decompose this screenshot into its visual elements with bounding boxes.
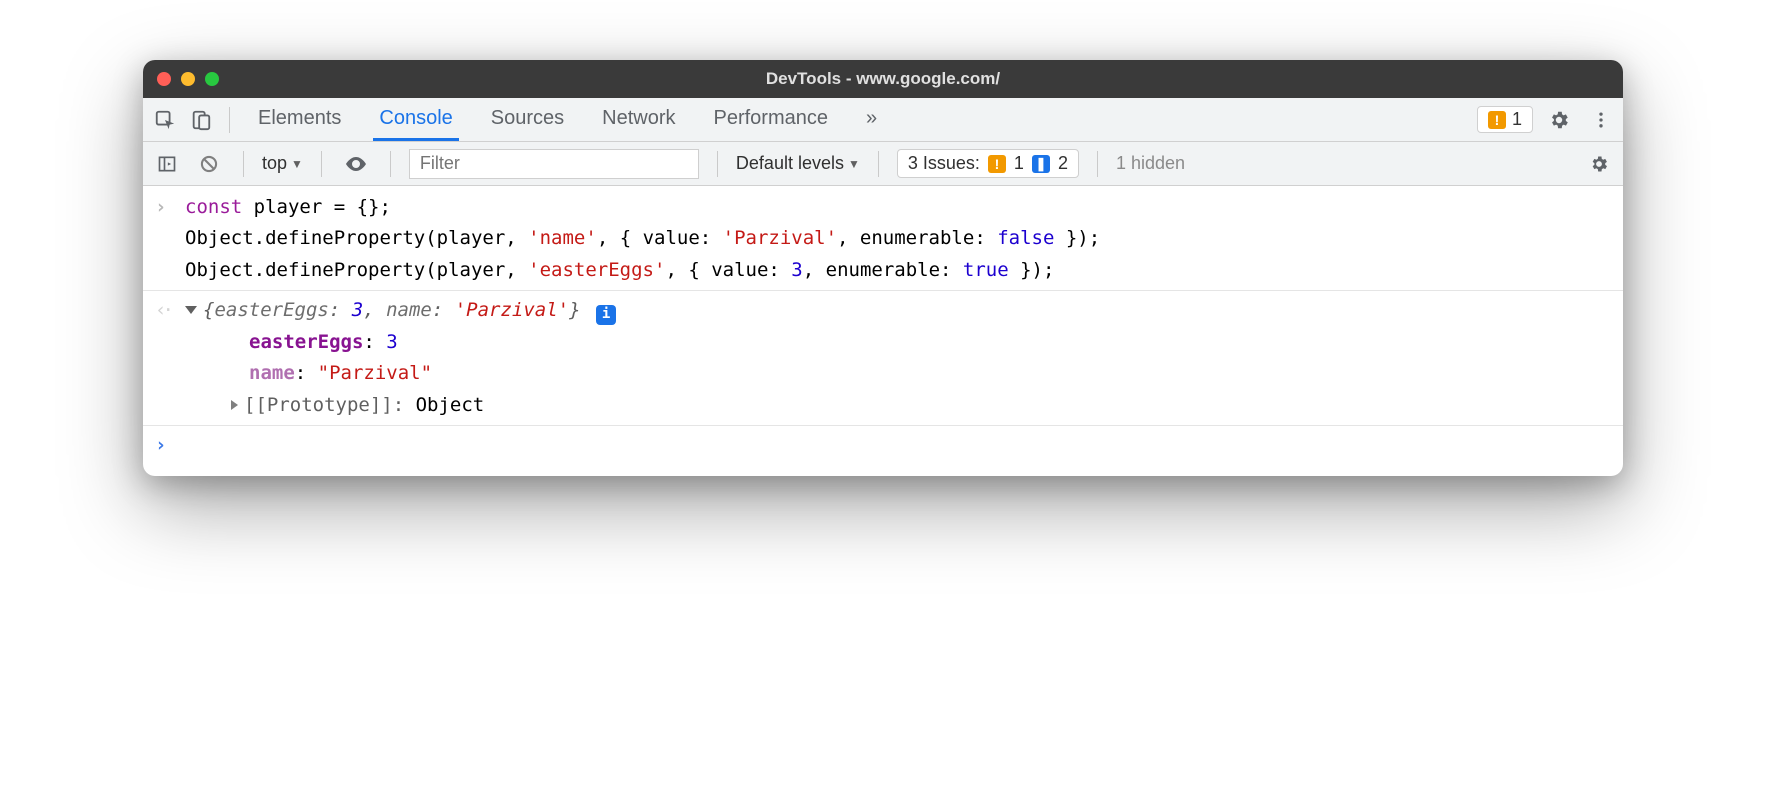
gutter xyxy=(155,359,185,388)
console-input[interactable] xyxy=(185,431,1611,460)
console-settings-gear-icon[interactable] xyxy=(1583,148,1615,180)
object-property-row: name: "Parzival" xyxy=(143,358,1623,389)
hidden-messages-label: 1 hidden xyxy=(1116,153,1185,174)
issues-label: 3 Issues: xyxy=(908,153,980,174)
gutter xyxy=(155,328,185,357)
issues-warn-count: 1 xyxy=(1014,153,1024,174)
console-toolbar: top ▼ Default levels ▼ 3 Issues: ! 1 ❚ 2… xyxy=(143,142,1623,186)
levels-label: Default levels xyxy=(736,153,844,174)
console-prompt-row[interactable] xyxy=(143,430,1623,461)
settings-gear-icon[interactable] xyxy=(1543,104,1575,136)
dropdown-caret-icon: ▼ xyxy=(848,157,860,171)
console-input-row: Object.defineProperty(player, 'name', { … xyxy=(143,223,1623,254)
context-selector[interactable]: top ▼ xyxy=(262,153,303,174)
object-property-row: easterEggs: 3 xyxy=(143,327,1623,358)
separator xyxy=(717,151,718,177)
context-label: top xyxy=(262,153,287,174)
prop-enumerable[interactable]: easterEggs: 3 xyxy=(185,328,1611,357)
live-expression-eye-icon[interactable] xyxy=(340,148,372,180)
console-output: const player = {}; Object.defineProperty… xyxy=(143,186,1623,476)
prototype-line[interactable]: [[Prototype]]: Object xyxy=(185,391,1611,420)
tab-network[interactable]: Network xyxy=(596,99,681,140)
prop-key: name xyxy=(249,362,295,384)
devtools-window: DevTools - www.google.com/ Elements Cons… xyxy=(143,60,1623,476)
expand-caret-icon[interactable] xyxy=(185,306,197,314)
filter-input[interactable] xyxy=(409,149,699,179)
tab-elements[interactable]: Elements xyxy=(252,99,347,140)
panel-tabs: Elements Console Sources Network Perform… xyxy=(252,99,883,140)
console-input-row: Object.defineProperty(player, 'easterEgg… xyxy=(143,255,1623,286)
tab-console[interactable]: Console xyxy=(373,99,458,141)
device-toggle-icon[interactable] xyxy=(185,104,217,136)
separator xyxy=(390,151,391,177)
warnings-badge[interactable]: ! 1 xyxy=(1477,106,1533,133)
gutter xyxy=(155,224,185,253)
dropdown-caret-icon: ▼ xyxy=(291,157,303,171)
console-output-row: {easterEggs: 3, name: 'Parzival'} i xyxy=(143,295,1623,326)
warnings-count: 1 xyxy=(1512,109,1522,130)
input-code-line-3[interactable]: Object.defineProperty(player, 'easterEgg… xyxy=(185,256,1611,285)
tabs-overflow-button[interactable]: » xyxy=(860,99,883,140)
output-indicator-icon xyxy=(155,296,185,325)
object-preview[interactable]: {easterEggs: 3, name: 'Parzival'} i xyxy=(185,296,1611,325)
tab-sources[interactable]: Sources xyxy=(485,99,570,140)
prop-key: easterEggs xyxy=(249,331,363,353)
separator xyxy=(878,151,879,177)
prompt-icon xyxy=(155,431,185,460)
input-prompt-icon xyxy=(155,193,185,222)
console-input-row: const player = {}; xyxy=(143,192,1623,223)
input-code-line-2[interactable]: Object.defineProperty(player, 'name', { … xyxy=(185,224,1611,253)
window-title: DevTools - www.google.com/ xyxy=(143,69,1623,89)
separator xyxy=(1097,151,1098,177)
warning-icon: ! xyxy=(1488,111,1506,129)
prop-value: 3 xyxy=(386,331,397,353)
toggle-sidebar-icon[interactable] xyxy=(151,148,183,180)
gutter xyxy=(155,256,185,285)
input-code-line-1[interactable]: const player = {}; xyxy=(185,193,1611,222)
row-divider xyxy=(143,290,1623,291)
tab-performance[interactable]: Performance xyxy=(708,99,835,140)
issues-summary[interactable]: 3 Issues: ! 1 ❚ 2 xyxy=(897,149,1079,178)
warning-icon: ! xyxy=(988,155,1006,173)
prop-value: "Parzival" xyxy=(318,362,432,384)
prototype-key: [[Prototype]] xyxy=(244,394,393,416)
row-divider xyxy=(143,425,1623,426)
expand-caret-icon[interactable] xyxy=(231,400,238,410)
inspect-element-icon[interactable] xyxy=(149,104,181,136)
main-tabbar: Elements Console Sources Network Perform… xyxy=(143,98,1623,142)
separator xyxy=(229,107,230,133)
gutter xyxy=(155,391,185,420)
separator xyxy=(321,151,322,177)
object-info-icon[interactable]: i xyxy=(596,305,616,325)
kebab-menu-icon[interactable] xyxy=(1585,104,1617,136)
prototype-value: Object xyxy=(416,394,485,416)
log-levels-selector[interactable]: Default levels ▼ xyxy=(736,153,860,174)
window-titlebar: DevTools - www.google.com/ xyxy=(143,60,1623,98)
clear-console-icon[interactable] xyxy=(193,148,225,180)
info-icon: ❚ xyxy=(1032,155,1050,173)
prop-nonenumerable[interactable]: name: "Parzival" xyxy=(185,359,1611,388)
separator xyxy=(243,151,244,177)
object-prototype-row: [[Prototype]]: Object xyxy=(143,390,1623,421)
issues-info-count: 2 xyxy=(1058,153,1068,174)
